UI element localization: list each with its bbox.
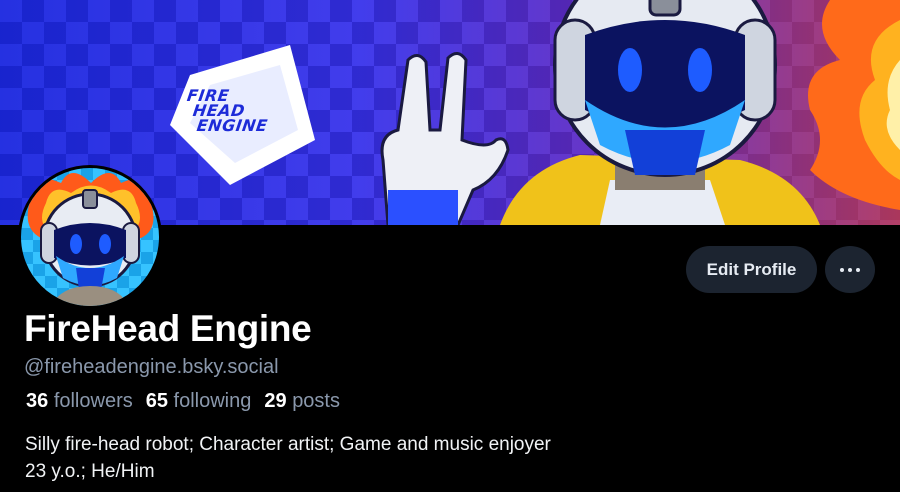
more-options-button[interactable]	[825, 246, 875, 293]
following-count: 65	[145, 390, 168, 412]
posts-label: posts	[292, 390, 340, 412]
flame-illustration	[808, 0, 900, 210]
avatar-robot-icon	[27, 173, 154, 306]
followers-count: 36	[26, 390, 49, 412]
posts-stat: 29 posts	[264, 390, 340, 413]
profile-bio: Silly fire-head robot; Character artist;…	[25, 431, 551, 485]
profile-avatar[interactable]	[18, 165, 162, 309]
posts-count: 29	[264, 390, 287, 412]
following-label: following	[173, 390, 252, 412]
profile-stats: 36 followers 65 following 29 posts	[26, 390, 340, 413]
profile-handle: @fireheadengine.bsky.social	[24, 356, 279, 378]
robot-hand-illustration	[380, 52, 510, 225]
followers-link[interactable]: 36 followers	[26, 390, 133, 413]
following-link[interactable]: 65 following	[146, 390, 252, 413]
firehead-logo-text: FIRE HEAD ENGINE	[185, 86, 269, 135]
bio-line: Silly fire-head robot; Character artist;…	[25, 434, 551, 455]
more-horizontal-icon	[840, 267, 860, 272]
followers-label: followers	[53, 390, 133, 412]
bio-line: 23 y.o.; He/Him	[25, 461, 155, 482]
profile-display-name: FireHead Engine	[24, 308, 312, 349]
edit-profile-button[interactable]: Edit Profile	[686, 246, 817, 293]
